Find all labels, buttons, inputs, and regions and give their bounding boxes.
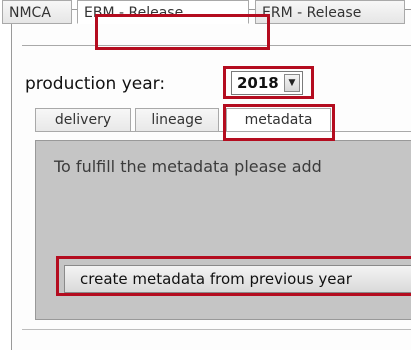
subtab-divider	[35, 131, 411, 132]
tab-ebm-release[interactable]: EBM - Release	[77, 0, 249, 24]
metadata-info-text: To fulfill the metadata please add	[54, 157, 322, 176]
create-metadata-button[interactable]: create metadata from previous year	[64, 265, 411, 293]
production-year-select[interactable]: 2018 ▼	[231, 71, 303, 95]
tab-divider	[22, 45, 411, 46]
tab-erm-release[interactable]: ERM - Release	[255, 0, 405, 24]
bottom-divider	[22, 329, 411, 330]
subtab-lineage[interactable]: lineage	[135, 108, 219, 132]
dropdown-arrow-icon[interactable]: ▼	[284, 74, 300, 92]
subtab-metadata[interactable]: metadata	[226, 108, 331, 132]
production-year-label: production year:	[25, 74, 166, 94]
production-year-value: 2018	[237, 74, 279, 92]
metadata-content-area: To fulfill the metadata please add creat…	[35, 140, 411, 320]
tab-nmca[interactable]: NMCA	[2, 0, 72, 24]
subtab-delivery[interactable]: delivery	[35, 108, 131, 132]
